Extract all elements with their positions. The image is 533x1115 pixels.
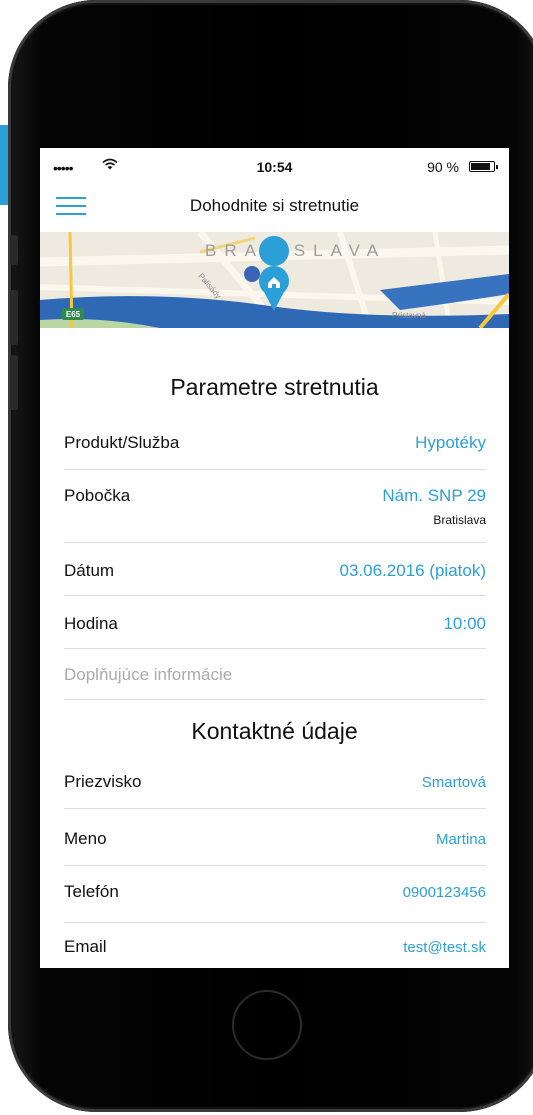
row-date[interactable]: Dátum 03.06.2016 (piatok) (64, 561, 486, 596)
row-surname[interactable]: Priezvisko Smartová (64, 772, 486, 809)
volume-down-button (10, 355, 18, 410)
email-label: Email (64, 937, 107, 956)
app-screen: ••••• 10:54 90 % Dohodnite si stretnutie (40, 148, 509, 968)
branch-city: Bratislava (433, 513, 486, 527)
phone-label: Telefón (64, 882, 119, 901)
page-title: Dohodnite si stretnutie (189, 196, 360, 215)
row-phone[interactable]: Telefón 0900123456 (64, 882, 486, 923)
section-title-parameters: Parametre stretnutia (170, 374, 379, 400)
row-branch[interactable]: Pobočka Nám. SNP 29 Bratislava (64, 486, 486, 543)
road-number-label: E65 (66, 310, 81, 319)
battery-icon (469, 161, 498, 172)
home-button[interactable] (232, 990, 302, 1060)
row-email[interactable]: Email test@test.sk (64, 937, 486, 968)
row-product[interactable]: Produkt/Služba Hypotéky (64, 433, 486, 470)
mute-switch (10, 235, 18, 265)
product-value[interactable]: Hypotéky (415, 433, 486, 453)
phone-input[interactable]: 0900123456 (403, 884, 486, 901)
branch-map[interactable]: E65 BRATISLAVA Palisády Prístavná (40, 232, 509, 328)
hour-label: Hodina (64, 614, 118, 633)
navigation-bar: Dohodnite si stretnutie (40, 188, 509, 233)
surname-input[interactable]: Smartová (422, 774, 486, 791)
map-city-label: BRATISLAVA (205, 241, 386, 260)
extra-info-input[interactable]: Doplňujúce informácie (64, 665, 232, 685)
date-label: Dátum (64, 561, 115, 580)
row-hour[interactable]: Hodina 10:00 (64, 614, 486, 649)
section-title-contact: Kontaktné údaje (191, 718, 358, 744)
email-input[interactable]: test@test.sk (403, 939, 486, 956)
volume-up-button (10, 290, 18, 345)
product-label: Produkt/Služba (64, 433, 180, 452)
row-name[interactable]: Meno Martina (64, 829, 486, 866)
status-bar: ••••• 10:54 90 % (40, 148, 509, 190)
name-label: Meno (64, 829, 107, 848)
surname-label: Priezvisko (64, 772, 142, 791)
branch-value[interactable]: Nám. SNP 29 (382, 486, 486, 506)
battery-fill (471, 163, 491, 170)
branch-label: Pobočka (64, 486, 131, 505)
row-extra-info[interactable]: Doplňujúce informácie (64, 665, 486, 700)
name-input[interactable]: Martina (436, 831, 486, 848)
hour-value[interactable]: 10:00 (443, 614, 486, 634)
battery-percentage: 90 % (427, 159, 459, 175)
map-secondary-marker[interactable] (244, 266, 260, 282)
date-value[interactable]: 03.06.2016 (piatok) (340, 561, 487, 581)
map-street-label: Prístavná (392, 311, 426, 320)
